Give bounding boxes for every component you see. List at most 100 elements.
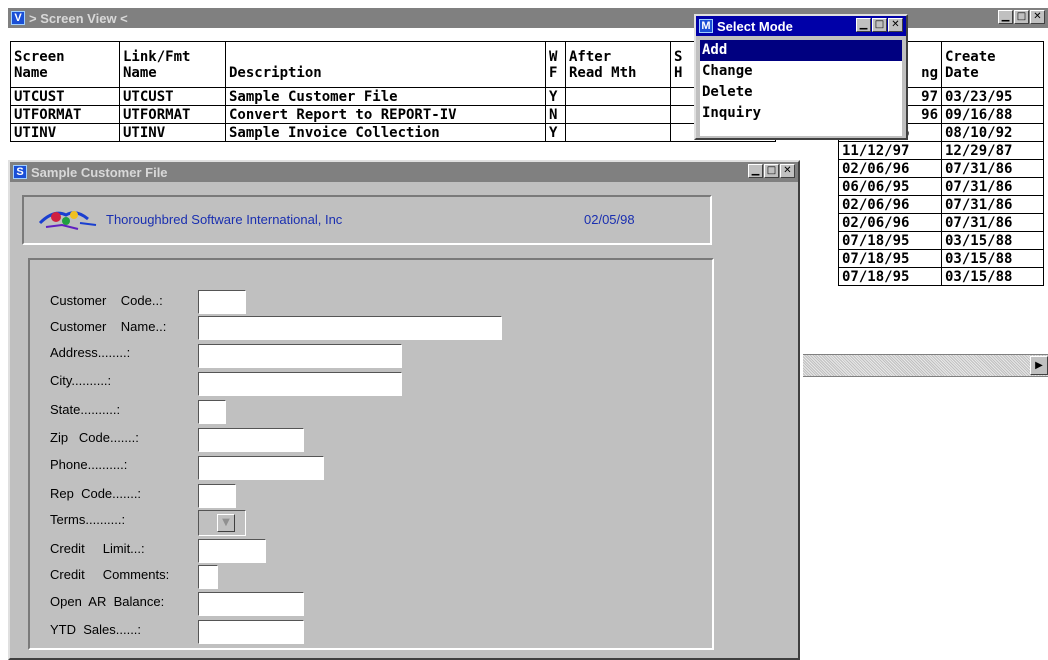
col-header-line2: Description	[229, 65, 322, 81]
mode-option-change[interactable]: Change	[700, 61, 902, 82]
window-lower-edge	[803, 376, 1048, 377]
cell-description[interactable]: Sample Customer File	[225, 87, 546, 106]
customer-file-app-icon: S	[13, 165, 27, 179]
cell-create-date[interactable]: 03/23/95	[941, 87, 1044, 106]
table-row[interactable]: UTFORMAT UTFORMAT Convert Report to REPO…	[10, 105, 776, 124]
screen-view-title: > Screen View <	[29, 10, 128, 26]
cell-change-date[interactable]: 07/18/95	[838, 267, 942, 286]
col-header-line1: Link/Fmt	[123, 48, 191, 65]
state-field[interactable]	[198, 400, 226, 424]
cell-wf[interactable]: Y	[545, 87, 566, 106]
cell-create-date[interactable]: 07/31/86	[941, 159, 1044, 178]
cell-change-date[interactable]: 07/18/95	[838, 249, 942, 268]
maximize-icon[interactable]: □	[1014, 10, 1029, 24]
chevron-down-icon[interactable]: ▼	[217, 514, 235, 532]
col-header-description[interactable]: Description	[225, 41, 546, 88]
cell-link-name[interactable]: UTCUST	[119, 87, 226, 106]
table-row[interactable]: 07/18/95 03/15/88	[838, 249, 1044, 268]
table-row[interactable]: 07/18/95 03/15/88	[838, 267, 1044, 286]
cell-change-date[interactable]: 02/06/96	[838, 195, 942, 214]
close-icon[interactable]: ✕	[888, 18, 903, 32]
cell-description[interactable]: Sample Invoice Collection	[225, 123, 546, 142]
zip-code-field[interactable]	[198, 428, 304, 452]
cell-wf[interactable]: N	[545, 105, 566, 124]
credit-limit-field[interactable]	[198, 539, 266, 563]
mode-option-add[interactable]: Add	[700, 40, 902, 61]
col-header-wf[interactable]: W F	[545, 41, 566, 88]
table-row[interactable]: UTCUST UTCUST Sample Customer File Y	[10, 87, 776, 106]
select-mode-app-icon: M	[699, 19, 713, 33]
col-header-create-date[interactable]: Create Date	[941, 41, 1044, 88]
cell-change-date[interactable]: 07/18/95	[838, 231, 942, 250]
cell-create-date[interactable]: 07/31/86	[941, 213, 1044, 232]
cell-create-date[interactable]: 03/15/88	[941, 249, 1044, 268]
col-header-line1	[229, 48, 542, 65]
cell-change-date[interactable]: 02/06/96	[838, 159, 942, 178]
table-row[interactable]: 06/06/95 07/31/86	[838, 177, 1044, 196]
close-icon[interactable]: ✕	[1030, 10, 1045, 24]
cell-create-date[interactable]: 12/29/87	[941, 141, 1044, 160]
address-field[interactable]	[198, 344, 402, 368]
cell-create-date[interactable]: 09/16/88	[941, 105, 1044, 124]
cell-screen-name[interactable]: UTFORMAT	[10, 105, 120, 124]
col-header-screen-name[interactable]: Screen Name	[10, 41, 120, 88]
city-field[interactable]	[198, 372, 402, 396]
table-row[interactable]: 11/12/97 12/29/87	[838, 141, 1044, 160]
cell-link-name[interactable]: UTINV	[119, 123, 226, 142]
cell-create-date[interactable]: 03/15/88	[941, 267, 1044, 286]
close-icon[interactable]: ✕	[780, 164, 795, 178]
cell-description[interactable]: Convert Report to REPORT-IV	[225, 105, 546, 124]
cell-after-read[interactable]	[565, 87, 671, 106]
cell-link-name[interactable]: UTFORMAT	[119, 105, 226, 124]
terms-dropdown[interactable]: ▼	[198, 510, 246, 536]
maximize-icon[interactable]: □	[872, 18, 887, 32]
customer-code-field[interactable]	[198, 290, 246, 314]
customer-file-window: S Sample Customer File ▁ □ ✕ Thoroughbre…	[8, 160, 800, 660]
table-row[interactable]: 02/06/96 07/31/86	[838, 195, 1044, 214]
minimize-icon[interactable]: ▁	[856, 18, 871, 32]
cell-create-date[interactable]: 07/31/86	[941, 177, 1044, 196]
cell-after-read[interactable]	[565, 123, 671, 142]
minimize-icon[interactable]: ▁	[748, 164, 763, 178]
col-header-line2: F	[549, 64, 558, 81]
phone-field[interactable]	[198, 456, 324, 480]
select-mode-titlebar[interactable]: M Select Mode ▁ □ ✕	[696, 16, 906, 36]
col-header-line2: Name	[14, 64, 48, 81]
scroll-right-arrow-icon[interactable]: ▶	[1030, 356, 1048, 375]
table-row[interactable]: 02/06/96 07/31/86	[838, 159, 1044, 178]
cell-change-date[interactable]: 02/06/96	[838, 213, 942, 232]
cell-create-date[interactable]: 03/15/88	[941, 231, 1044, 250]
col-header-line1: W	[549, 48, 558, 65]
table-row[interactable]: UTINV UTINV Sample Invoice Collection Y	[10, 123, 776, 142]
cell-after-read[interactable]	[565, 105, 671, 124]
cell-change-date[interactable]: 11/12/97	[838, 141, 942, 160]
cell-screen-name[interactable]: UTINV	[10, 123, 120, 142]
mode-option-inquiry[interactable]: Inquiry	[700, 103, 902, 124]
horizontal-scrollbar[interactable]: ▶	[803, 354, 1048, 377]
col-header-line2: Date	[945, 64, 979, 81]
customer-file-window-controls: ▁ □ ✕	[748, 164, 795, 178]
col-header-after-read[interactable]: After Read Mth	[565, 41, 671, 88]
cell-screen-name[interactable]: UTCUST	[10, 87, 120, 106]
cell-change-date[interactable]: 06/06/95	[838, 177, 942, 196]
maximize-icon[interactable]: □	[764, 164, 779, 178]
cell-create-date[interactable]: 08/10/92	[941, 123, 1044, 142]
open-ar-balance-field[interactable]	[198, 592, 304, 616]
mode-option-delete[interactable]: Delete	[700, 82, 902, 103]
credit-comments-label: Credit Comments:	[50, 567, 170, 582]
select-mode-window-controls: ▁ □ ✕	[856, 18, 903, 32]
ytd-sales-field[interactable]	[198, 620, 304, 644]
phone-label: Phone..........:	[50, 457, 128, 472]
minimize-icon[interactable]: ▁	[998, 10, 1013, 24]
customer-file-titlebar[interactable]: S Sample Customer File ▁ □ ✕	[10, 162, 798, 182]
table-row[interactable]: 07/18/95 03/15/88	[838, 231, 1044, 250]
col-header-link-name[interactable]: Link/Fmt Name	[119, 41, 226, 88]
table-row[interactable]: 02/06/96 07/31/86	[838, 213, 1044, 232]
col-header-line1: Create	[945, 48, 996, 65]
credit-comments-field[interactable]	[198, 565, 218, 589]
customer-name-field[interactable]	[198, 316, 502, 340]
cell-wf[interactable]: Y	[545, 123, 566, 142]
cell-create-date[interactable]: 07/31/86	[941, 195, 1044, 214]
rep-code-field[interactable]	[198, 484, 236, 508]
grid-header-row: Screen Name Link/Fmt Name Description W …	[10, 41, 776, 88]
